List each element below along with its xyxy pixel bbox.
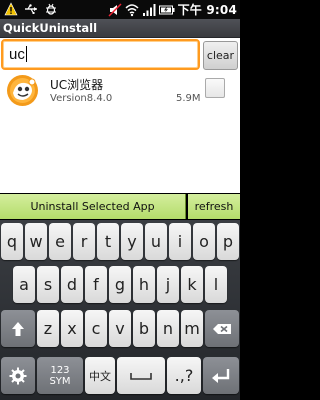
key-u[interactable]: u xyxy=(145,223,167,260)
key-g[interactable]: g xyxy=(109,266,131,303)
soft-keyboard: q w e r t y u i o p a s d f g h j k l z … xyxy=(0,220,240,400)
key-b[interactable]: b xyxy=(133,310,155,347)
key-p[interactable]: p xyxy=(217,223,239,260)
key-y[interactable]: y xyxy=(121,223,143,260)
key-w[interactable]: w xyxy=(25,223,47,260)
status-time: 下午 9:04 xyxy=(177,3,237,17)
clear-button[interactable]: clear xyxy=(203,41,238,70)
main-content: uc clear UC浏览器 Version8.4.0 5.9M xyxy=(0,38,240,193)
key-o[interactable]: o xyxy=(193,223,215,260)
key-t[interactable]: t xyxy=(97,223,119,260)
symbols-key-label: 123 SYM xyxy=(49,364,71,387)
enter-key[interactable] xyxy=(203,357,239,394)
space-key[interactable] xyxy=(117,357,165,394)
app-title: QuickUninstall xyxy=(3,21,98,35)
action-bar: Uninstall Selected App refresh xyxy=(0,193,240,220)
signal-icon xyxy=(142,3,156,16)
key-q[interactable]: q xyxy=(1,223,23,260)
uninstall-selected-button[interactable]: Uninstall Selected App xyxy=(0,194,186,219)
app-name: UC浏览器 xyxy=(50,78,104,92)
key-m[interactable]: m xyxy=(181,310,203,347)
uc-browser-icon xyxy=(7,75,38,106)
space-icon xyxy=(130,372,152,380)
search-input[interactable]: uc xyxy=(1,39,200,70)
settings-icon xyxy=(9,367,27,384)
search-input-value: uc xyxy=(9,46,27,63)
settings-key[interactable] xyxy=(1,357,35,394)
key-z[interactable]: z xyxy=(37,310,59,347)
wifi-icon xyxy=(125,3,139,16)
key-n[interactable]: n xyxy=(157,310,179,347)
list-item[interactable]: UC浏览器 Version8.4.0 5.9M xyxy=(0,72,240,108)
usb-icon xyxy=(25,4,37,14)
key-r[interactable]: r xyxy=(73,223,95,260)
app-select-checkbox[interactable] xyxy=(205,78,225,98)
text-cursor xyxy=(25,46,27,62)
backspace-icon xyxy=(213,323,231,334)
usb-debug-icon xyxy=(46,3,56,15)
shift-icon xyxy=(12,321,24,336)
shift-key[interactable] xyxy=(1,310,35,347)
key-h[interactable]: h xyxy=(133,266,155,303)
enter-icon xyxy=(212,368,230,383)
key-s[interactable]: s xyxy=(37,266,59,303)
key-a[interactable]: a xyxy=(13,266,35,303)
key-i[interactable]: i xyxy=(169,223,191,260)
key-e[interactable]: e xyxy=(49,223,71,260)
battery-icon xyxy=(158,5,175,14)
key-l[interactable]: l xyxy=(205,266,227,303)
backspace-key[interactable] xyxy=(205,310,239,347)
warning-icon xyxy=(4,2,18,16)
refresh-button[interactable]: refresh xyxy=(188,194,240,219)
key-v[interactable]: v xyxy=(109,310,131,347)
app-version: Version8.4.0 xyxy=(50,93,113,104)
status-bar: 下午 9:04 xyxy=(0,0,240,19)
key-d[interactable]: d xyxy=(61,266,83,303)
punctuation-key[interactable]: .,? xyxy=(167,357,201,394)
key-k[interactable]: k xyxy=(181,266,203,303)
title-bar: QuickUninstall xyxy=(0,19,240,38)
language-key[interactable]: 中文 xyxy=(85,357,115,394)
symbols-key[interactable]: 123 SYM xyxy=(37,357,83,394)
mute-icon xyxy=(108,2,122,17)
app-size: 5.9M xyxy=(176,93,201,104)
key-j[interactable]: j xyxy=(157,266,179,303)
key-c[interactable]: c xyxy=(85,310,107,347)
key-x[interactable]: x xyxy=(61,310,83,347)
key-f[interactable]: f xyxy=(85,266,107,303)
